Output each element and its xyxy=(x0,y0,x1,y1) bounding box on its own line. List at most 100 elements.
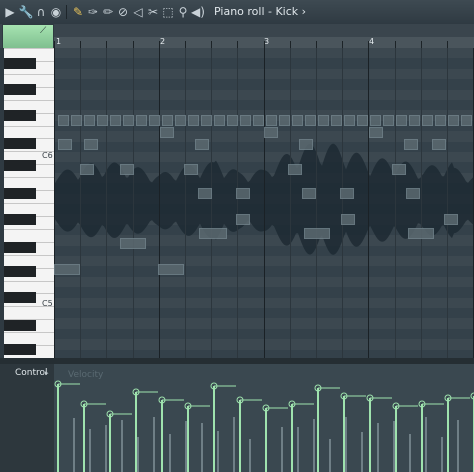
midi-note[interactable] xyxy=(58,139,72,150)
midi-note[interactable] xyxy=(264,127,278,138)
midi-note[interactable] xyxy=(422,115,433,126)
triangle-menu-icon[interactable]: ▶ xyxy=(2,4,18,20)
midi-note[interactable] xyxy=(408,228,434,239)
grid-line xyxy=(54,48,55,358)
midi-note[interactable] xyxy=(236,214,250,225)
piano-keyboard[interactable] xyxy=(4,48,54,358)
midi-note[interactable] xyxy=(406,188,420,199)
midi-note[interactable] xyxy=(58,115,69,126)
midi-note[interactable] xyxy=(448,115,459,126)
pencil-icon[interactable]: ✎ xyxy=(70,4,86,20)
midi-note[interactable] xyxy=(71,115,82,126)
midi-note[interactable] xyxy=(253,115,264,126)
midi-note[interactable] xyxy=(149,115,160,126)
control-label[interactable]: Control xyxy=(15,368,48,378)
mute-icon[interactable]: ◁ xyxy=(130,4,146,20)
midi-note[interactable] xyxy=(340,188,354,199)
black-key[interactable] xyxy=(4,138,36,149)
midi-note[interactable] xyxy=(240,115,251,126)
midi-note[interactable] xyxy=(214,115,225,126)
black-key[interactable] xyxy=(4,188,36,199)
midi-note[interactable] xyxy=(292,115,303,126)
black-key[interactable] xyxy=(4,160,36,171)
grid-line xyxy=(368,48,370,358)
control-dropdown-icon[interactable]: ▸ xyxy=(45,369,49,377)
midi-note[interactable] xyxy=(370,115,381,126)
record-icon[interactable]: ◉ xyxy=(48,4,64,20)
midi-note[interactable] xyxy=(435,115,446,126)
wrench-icon[interactable]: 🔧 xyxy=(18,4,34,20)
velocity-watermark: Velocity xyxy=(68,370,104,380)
black-key[interactable] xyxy=(4,214,36,225)
velocity-panel[interactable]: Velocity xyxy=(54,364,474,472)
midi-note[interactable] xyxy=(444,214,458,225)
midi-note[interactable] xyxy=(162,115,173,126)
midi-note[interactable] xyxy=(136,115,147,126)
brush-icon[interactable]: ✑ xyxy=(85,4,101,20)
slice-icon[interactable]: ✂ xyxy=(145,4,161,20)
speaker-icon[interactable]: ◀) xyxy=(190,4,206,20)
midi-note[interactable] xyxy=(188,115,199,126)
midi-note[interactable] xyxy=(357,115,368,126)
headphones-icon[interactable]: ∩ xyxy=(33,4,49,20)
midi-note[interactable] xyxy=(404,139,418,150)
midi-note[interactable] xyxy=(344,115,355,126)
ruler-tick xyxy=(420,41,422,48)
delete-icon[interactable]: ⊘ xyxy=(115,4,131,20)
midi-note[interactable] xyxy=(160,127,174,138)
midi-note[interactable] xyxy=(279,115,290,126)
key-label-c6: C6 xyxy=(42,151,53,160)
zoom-icon[interactable]: ⚲ xyxy=(175,4,191,20)
midi-note[interactable] xyxy=(461,115,472,126)
note-grid[interactable] xyxy=(54,48,474,358)
midi-note[interactable] xyxy=(123,115,134,126)
midi-note[interactable] xyxy=(318,115,329,126)
ruler-tick xyxy=(263,41,265,48)
black-key[interactable] xyxy=(4,110,36,121)
midi-note[interactable] xyxy=(392,164,406,175)
black-key[interactable] xyxy=(4,292,36,303)
ruler-tick xyxy=(316,41,317,48)
black-key[interactable] xyxy=(4,58,36,69)
midi-note[interactable] xyxy=(299,139,313,150)
midi-note[interactable] xyxy=(120,164,134,175)
midi-note[interactable] xyxy=(369,127,383,138)
midi-note[interactable] xyxy=(396,115,407,126)
midi-note[interactable] xyxy=(302,188,316,199)
midi-note[interactable] xyxy=(227,115,238,126)
midi-note[interactable] xyxy=(331,115,342,126)
black-key[interactable] xyxy=(4,320,36,331)
grid-line xyxy=(185,48,186,358)
paint-icon[interactable]: ✏ xyxy=(100,4,116,20)
midi-note[interactable] xyxy=(305,115,316,126)
black-key[interactable] xyxy=(4,266,36,277)
midi-note[interactable] xyxy=(110,115,121,126)
midi-note[interactable] xyxy=(288,164,302,175)
midi-note[interactable] xyxy=(54,264,80,275)
midi-note[interactable] xyxy=(84,139,98,150)
midi-note[interactable] xyxy=(341,214,355,225)
midi-note[interactable] xyxy=(199,228,227,239)
midi-note[interactable] xyxy=(195,139,209,150)
midi-note[interactable] xyxy=(184,164,198,175)
midi-note[interactable] xyxy=(120,238,146,249)
black-key[interactable] xyxy=(4,242,36,253)
midi-note[interactable] xyxy=(236,188,250,199)
key-divider xyxy=(4,73,54,75)
midi-note[interactable] xyxy=(97,115,108,126)
black-key[interactable] xyxy=(4,344,36,355)
window-title[interactable]: Piano roll - Kick › xyxy=(214,5,306,18)
midi-note[interactable] xyxy=(266,115,277,126)
midi-note[interactable] xyxy=(201,115,212,126)
midi-note[interactable] xyxy=(198,188,212,199)
midi-note[interactable] xyxy=(383,115,394,126)
midi-note[interactable] xyxy=(304,228,330,239)
midi-note[interactable] xyxy=(80,164,94,175)
midi-note[interactable] xyxy=(432,139,446,150)
midi-note[interactable] xyxy=(84,115,95,126)
midi-note[interactable] xyxy=(409,115,420,126)
midi-note[interactable] xyxy=(158,264,184,275)
midi-note[interactable] xyxy=(175,115,186,126)
select-icon[interactable]: ⬚ xyxy=(160,4,176,20)
black-key[interactable] xyxy=(4,84,36,95)
